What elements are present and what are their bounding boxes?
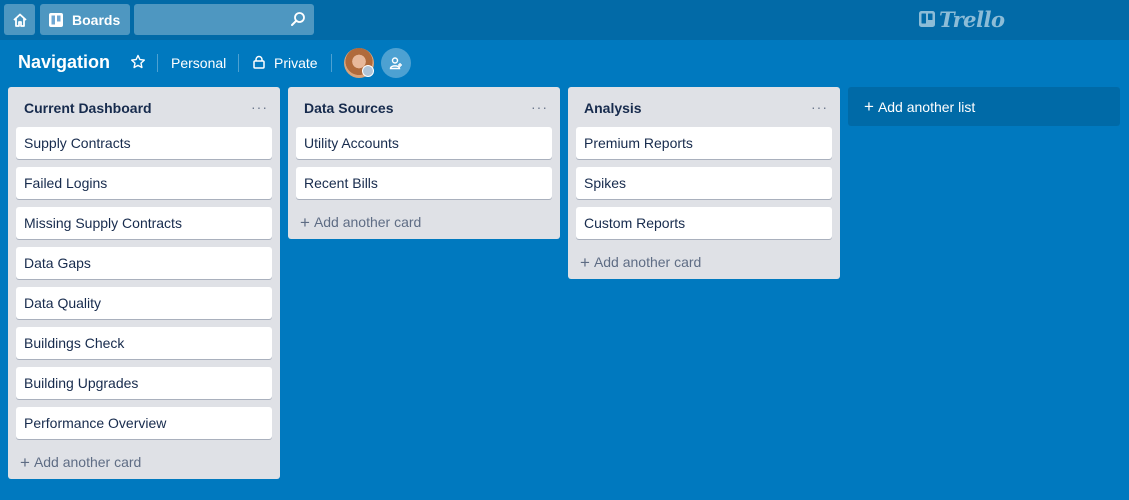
trello-logo-icon: [919, 11, 935, 27]
boards-icon: [49, 12, 63, 27]
card[interactable]: Performance Overview: [16, 407, 272, 439]
list-menu-icon[interactable]: ···: [811, 99, 828, 115]
trello-logo[interactable]: Trello: [918, 6, 1005, 32]
admin-badge-icon: [362, 65, 374, 77]
add-card-label: Add another card: [313, 214, 422, 230]
invite-button[interactable]: [381, 48, 411, 78]
list-current-dashboard: Current Dashboard ··· Supply Contracts F…: [8, 87, 280, 479]
add-list-label: Add another list: [877, 98, 976, 115]
privacy-button[interactable]: Private: [274, 55, 318, 71]
add-list-button[interactable]: + Add another list: [848, 87, 1120, 126]
card[interactable]: Building Upgrades: [16, 367, 272, 399]
card[interactable]: Data Quality: [16, 287, 272, 319]
card[interactable]: Buildings Check: [16, 327, 272, 359]
list-menu-icon[interactable]: ···: [251, 99, 268, 115]
team-button[interactable]: Personal: [171, 55, 226, 71]
card[interactable]: Custom Reports: [576, 207, 832, 239]
plus-icon: +: [300, 212, 310, 232]
card[interactable]: Missing Supply Contracts: [16, 207, 272, 239]
header-divider: [157, 54, 158, 72]
add-card-label: Add another card: [33, 454, 142, 470]
home-icon: [12, 13, 27, 27]
add-card-button[interactable]: + Add another card: [288, 205, 560, 239]
star-icon[interactable]: [130, 54, 146, 70]
trello-logo-text: Trello: [939, 6, 1005, 32]
boards-label: Boards: [72, 11, 121, 28]
add-card-label: Add another card: [593, 254, 702, 270]
list-data-sources: Data Sources ··· Utility Accounts Recent…: [288, 87, 560, 239]
card[interactable]: Supply Contracts: [16, 127, 272, 159]
add-card-button[interactable]: + Add another card: [568, 245, 840, 279]
search-icon[interactable]: [290, 11, 306, 27]
board-header: Navigation Personal Private: [0, 40, 1129, 86]
board-title[interactable]: Navigation: [18, 52, 110, 73]
add-card-button[interactable]: + Add another card: [8, 445, 280, 479]
plus-icon: +: [20, 452, 30, 472]
card[interactable]: Recent Bills: [296, 167, 552, 199]
list-header: Analysis ···: [568, 87, 840, 127]
add-member-icon: [389, 57, 402, 70]
boards-button[interactable]: Boards: [40, 4, 130, 35]
header-divider: [331, 54, 332, 72]
list-title[interactable]: Data Sources: [304, 100, 393, 116]
list-title[interactable]: Current Dashboard: [24, 100, 152, 116]
list-header: Data Sources ···: [288, 87, 560, 127]
top-bar: Boards Trello: [0, 0, 1129, 40]
card[interactable]: Premium Reports: [576, 127, 832, 159]
plus-icon: +: [580, 252, 590, 272]
lock-icon: [253, 55, 265, 69]
list-analysis: Analysis ··· Premium Reports Spikes Cust…: [568, 87, 840, 279]
card[interactable]: Data Gaps: [16, 247, 272, 279]
card[interactable]: Failed Logins: [16, 167, 272, 199]
card[interactable]: Spikes: [576, 167, 832, 199]
header-divider: [238, 54, 239, 72]
search-input[interactable]: [134, 4, 284, 35]
list-header: Current Dashboard ···: [8, 87, 280, 127]
list-title[interactable]: Analysis: [584, 100, 642, 116]
plus-icon: +: [864, 97, 874, 116]
search-box[interactable]: [134, 4, 314, 35]
card[interactable]: Utility Accounts: [296, 127, 552, 159]
home-button[interactable]: [4, 4, 35, 35]
list-menu-icon[interactable]: ···: [531, 99, 548, 115]
